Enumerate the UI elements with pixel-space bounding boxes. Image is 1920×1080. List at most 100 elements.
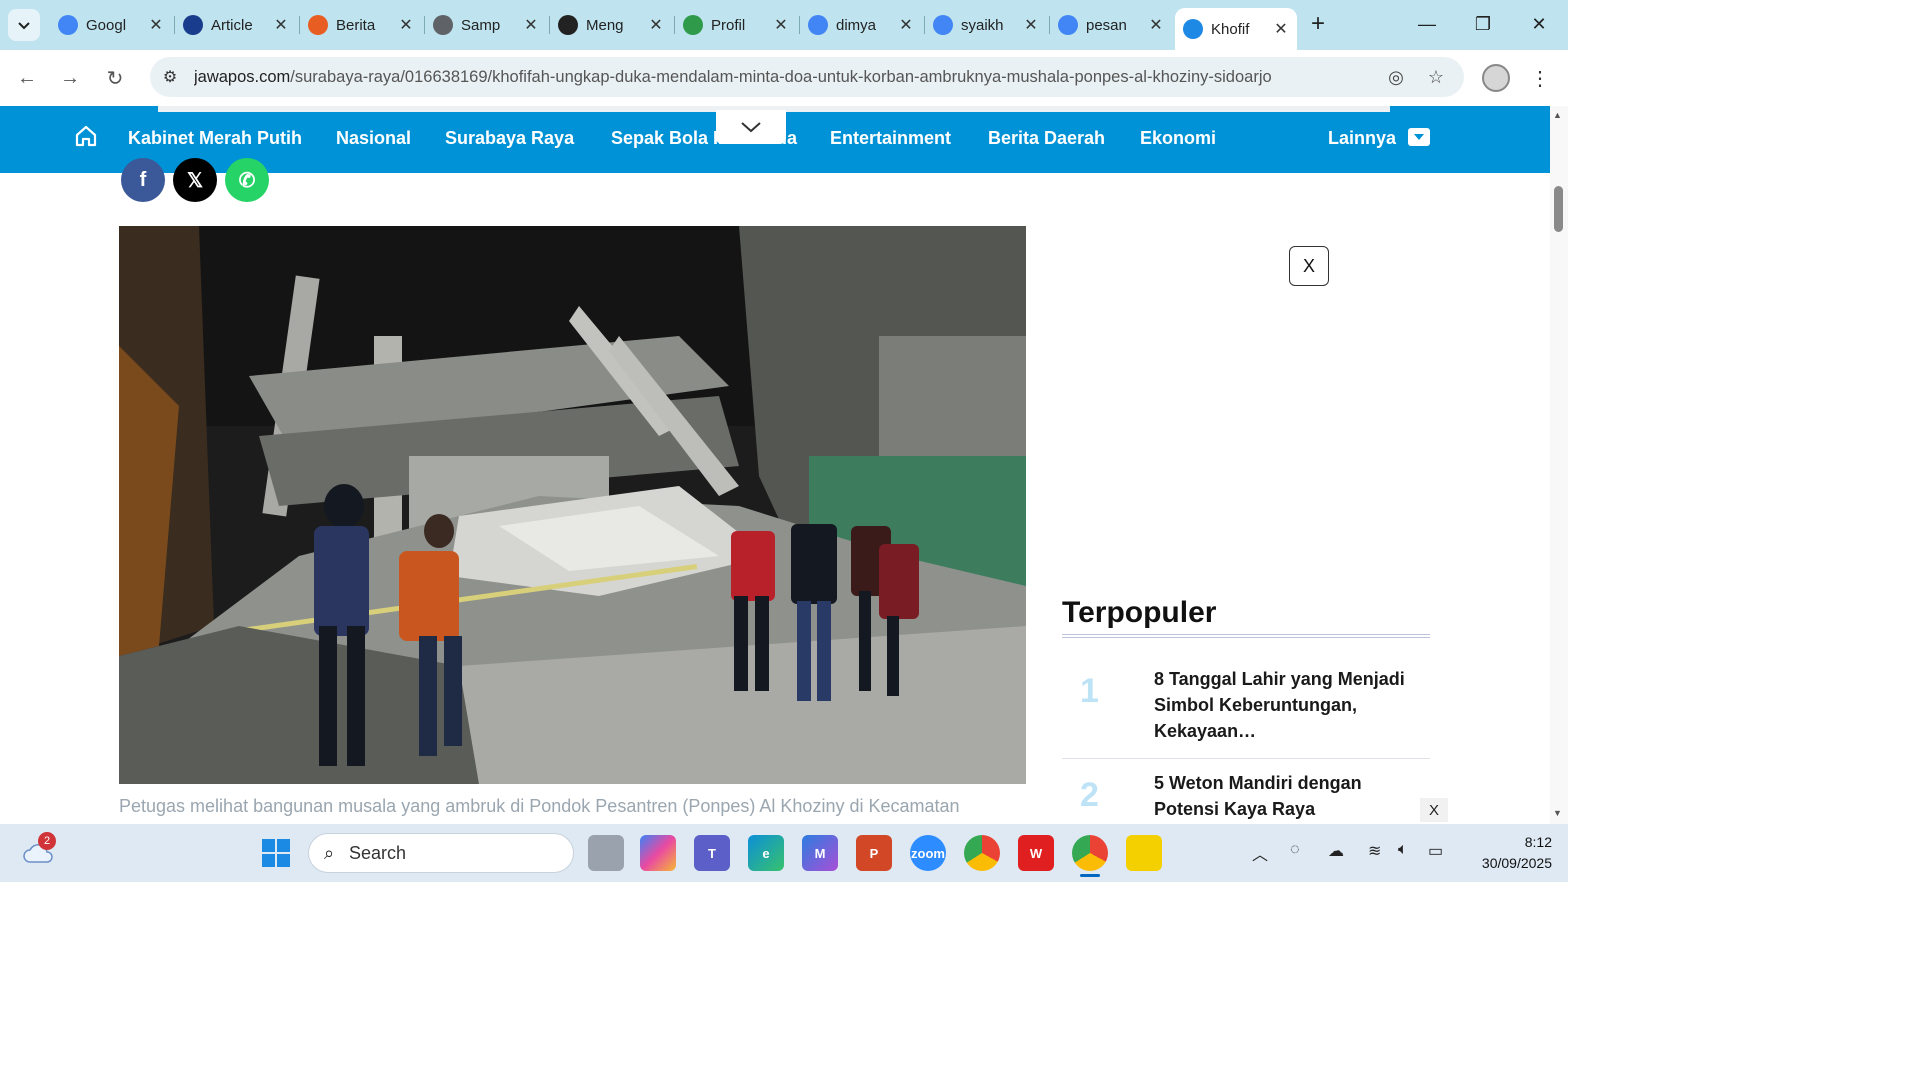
whatsapp-icon[interactable]: ✆ (225, 158, 269, 202)
tab-close-icon[interactable]: ✕ (1023, 15, 1039, 35)
x-icon[interactable]: 𝕏 (173, 158, 217, 202)
popular-rank: 2 (1080, 776, 1099, 814)
bing-icon (308, 15, 328, 35)
browser-tab-strip: Googl ✕ Article ✕ Berita ✕ Samp ✕ Meng ✕ Profil ✕ di… (0, 0, 1568, 50)
powerpoint-icon[interactable]: P (856, 835, 892, 871)
tab-label: dimya (836, 16, 877, 34)
ad-close-button[interactable]: X (1289, 246, 1329, 286)
nav-item[interactable]: Ekonomi (1140, 128, 1216, 149)
nav-item[interactable]: Nasional (336, 128, 411, 149)
tab-close-icon[interactable]: ✕ (773, 15, 789, 35)
nav-item[interactable]: Berita Daerah (988, 128, 1105, 149)
new-tab-button[interactable]: + (1304, 10, 1332, 38)
wps-office-icon[interactable]: W (1018, 835, 1054, 871)
nav-item-lainnya[interactable]: Lainnya (1328, 128, 1396, 149)
tab-close-icon[interactable]: ✕ (273, 15, 289, 35)
back-button[interactable]: ← (11, 62, 43, 94)
tab-label: Meng (586, 16, 624, 34)
forward-button[interactable]: → (54, 62, 86, 94)
volume-icon[interactable]: 🔈︎ (1398, 841, 1408, 859)
browser-tab[interactable]: Samp ✕ (425, 8, 547, 42)
zoom-icon[interactable]: zoom (910, 835, 946, 871)
popular-rank: 1 (1080, 672, 1099, 710)
tab-search-button[interactable] (8, 9, 40, 41)
popular-title[interactable]: 5 Weton Mandiri dengan Potensi Kaya Raya (1154, 770, 1414, 822)
minimize-button[interactable]: — (1404, 8, 1450, 40)
more-menu-icon[interactable]: ⋮ (1530, 64, 1550, 92)
sticky-ad-close-button[interactable]: X (1420, 798, 1448, 822)
nav-item[interactable]: Entertainment (830, 128, 951, 149)
page-scrollbar[interactable]: ▲ ▼ (1550, 106, 1568, 824)
browser-tab[interactable]: dimya ✕ (800, 8, 922, 42)
close-window-button[interactable]: ✕ (1516, 8, 1562, 40)
tab-close-icon[interactable]: ✕ (523, 15, 539, 35)
browser-tab[interactable]: syaikh ✕ (925, 8, 1047, 42)
ro-icon (183, 15, 203, 35)
browser-tab[interactable]: Meng ✕ (550, 8, 672, 42)
site-info-icon[interactable]: ⚙ (154, 61, 186, 93)
browser-tab[interactable]: Googl ✕ (50, 8, 172, 42)
circle-logo-icon (558, 15, 578, 35)
home-icon[interactable] (74, 124, 98, 148)
reload-button[interactable]: ↻ (99, 62, 131, 94)
tab-close-icon[interactable]: ✕ (648, 15, 664, 35)
tab-close-icon[interactable]: ✕ (1148, 15, 1164, 35)
profile-avatar[interactable] (1482, 64, 1510, 92)
sidebar-heading: Terpopuler (1062, 596, 1217, 629)
tab-label: Samp (461, 16, 501, 34)
tab-close-icon[interactable]: ✕ (398, 15, 414, 35)
sync-icon[interactable]: ◌ (1290, 841, 1300, 859)
start-windows-icon[interactable] (258, 835, 294, 871)
browser-tab[interactable]: Article ✕ (175, 8, 297, 42)
edge-icon[interactable]: e (748, 835, 784, 871)
collapse-header-button[interactable] (716, 110, 786, 144)
scroll-down-arrow-icon[interactable]: ▼ (1553, 808, 1562, 818)
article-photo (119, 226, 1026, 784)
task-view-icon[interactable] (588, 835, 624, 871)
chevron-down-icon (18, 22, 30, 30)
bookmark-star-icon[interactable]: ☆ (1422, 63, 1450, 91)
browser-tab[interactable]: pesan ✕ (1050, 8, 1172, 42)
nav-item[interactable]: Surabaya Raya (445, 128, 574, 149)
browser-tab[interactable]: Berita ✕ (300, 8, 422, 42)
battery-icon[interactable]: ▭ (1428, 841, 1443, 861)
teams-icon[interactable]: T (694, 835, 730, 871)
facebook-icon[interactable]: f (121, 158, 165, 202)
list-divider (1062, 758, 1430, 759)
clock-time: 8:12 (1524, 834, 1552, 850)
browser-toolbar: ← → ↻ ⚙ jawapos.com/surabaya-raya/016638… (0, 50, 1568, 106)
onedrive-icon[interactable]: ☁ (1328, 841, 1344, 861)
browser-tab[interactable]: Khofif ✕ (1175, 8, 1297, 50)
copilot-icon[interactable] (640, 835, 676, 871)
chrome-icon[interactable] (964, 835, 1000, 871)
caret-down-icon[interactable] (1408, 128, 1430, 146)
taskbar-search[interactable]: ⌕ Search (308, 833, 574, 873)
search-icon: ⌕ (323, 842, 335, 863)
address-bar[interactable]: ⚙ jawapos.com/surabaya-raya/016638169/kh… (150, 57, 1464, 97)
tab-close-icon[interactable]: ✕ (148, 15, 164, 35)
wifi-icon[interactable]: ≋ (1368, 841, 1381, 861)
tab-label: Khofif (1211, 20, 1250, 38)
notification-badge: 2 (38, 832, 56, 850)
tray-overflow-icon[interactable]: ︿ (1252, 841, 1268, 865)
chrome-profile-icon[interactable] (1072, 835, 1108, 871)
google-icon (1058, 15, 1078, 35)
restore-button[interactable]: ❐ (1460, 8, 1506, 40)
gemini-icon (58, 15, 78, 35)
browser-tab[interactable]: Profil ✕ (675, 8, 797, 42)
windows-taskbar: 2 ⌕ Search T e M P zoom W ︿ ◌ ☁ ≋ 🔈︎ ▭ 8… (0, 824, 1568, 882)
tab-close-icon[interactable]: ✕ (898, 15, 914, 35)
nav-item[interactable]: Kabinet Merah Putih (128, 128, 302, 149)
sticky-notes-icon[interactable] (1126, 835, 1162, 871)
popular-title[interactable]: 8 Tanggal Lahir yang Menjadi Simbol Kebe… (1154, 666, 1414, 744)
scrollbar-thumb[interactable] (1554, 186, 1563, 232)
system-clock[interactable]: 8:12 30/09/2025 (1460, 832, 1552, 874)
url-text[interactable]: jawapos.com/surabaya-raya/016638169/khof… (194, 68, 1272, 87)
search-label: Search (349, 842, 407, 863)
scroll-up-arrow-icon[interactable]: ▲ (1553, 110, 1562, 120)
m365-icon[interactable]: M (802, 835, 838, 871)
chevron-down-icon (741, 122, 761, 133)
emblem-icon (683, 15, 703, 35)
eye-off-icon[interactable]: ◎ (1382, 63, 1410, 91)
tab-close-icon[interactable]: ✕ (1273, 19, 1289, 39)
